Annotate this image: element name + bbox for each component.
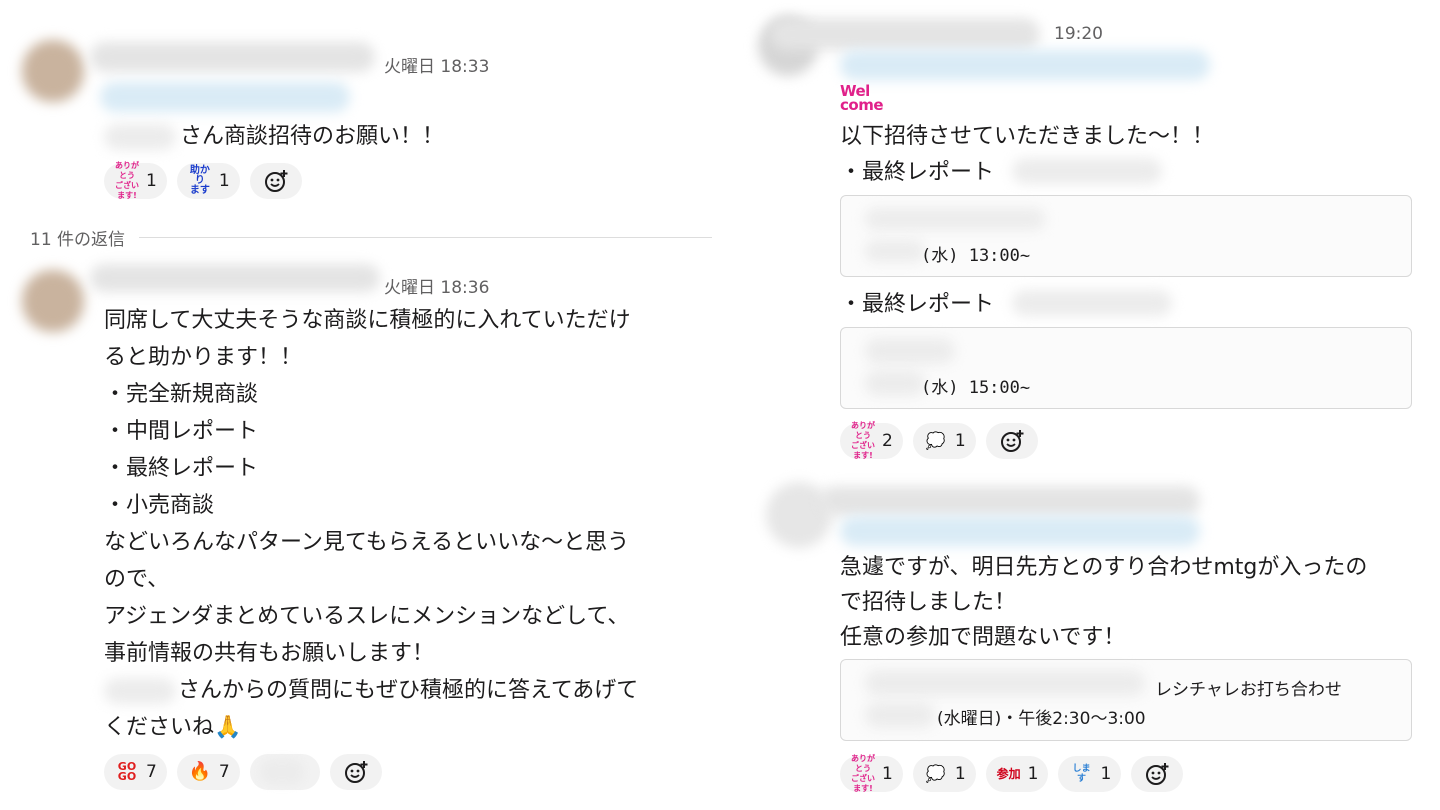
reaction-count: 7 <box>218 762 230 782</box>
reaction-arigatou[interactable]: ありがとう ございます! 2 <box>840 421 903 460</box>
reaction-count: 1 <box>954 764 966 784</box>
reaction-bar: ありがとう ございます! 1 助かり ます 1 <box>104 161 302 200</box>
reaction-count: 1 <box>146 171 157 191</box>
reaction-bar: ありがとう ございます! 1 💭 1 参加 1 します 1 <box>840 754 1184 793</box>
fire-emoji-icon: 🔥 <box>188 761 212 782</box>
sender-status-redacted <box>100 82 350 112</box>
sender-name-redacted[interactable] <box>90 42 375 72</box>
reaction-shimasu[interactable]: します 1 <box>1058 756 1122 792</box>
tasukarimasu-emoji-icon: 助かり ます <box>189 165 210 196</box>
message-line: アジェンダまとめているスレにメンションなどして、 <box>104 604 630 629</box>
sender-name-redacted[interactable] <box>90 264 380 292</box>
thread-right: 19:20 <box>740 0 1440 810</box>
mention-redacted[interactable] <box>104 678 176 704</box>
message-line: くださいね🙏 <box>104 715 242 740</box>
add-emoji-icon <box>264 170 288 192</box>
reaction-bar: ありがとう ございます! 2 💭 1 <box>840 421 1038 460</box>
reaction-arigatou[interactable]: ありがとう ございます! 1 <box>104 161 167 200</box>
sanka-emoji-icon: 参加 <box>996 767 1021 781</box>
shimasu-emoji-icon: します <box>1072 764 1091 784</box>
message-line: さんからの質問にもぜひ積極的に答えてあげて <box>178 678 639 703</box>
reaction-count: 1 <box>1027 764 1039 784</box>
message-line: などいろんなパターン見てもらえるといいな〜と思う <box>104 530 630 555</box>
thought-bubble-emoji-icon: 💭 <box>925 764 946 783</box>
message-text: さん商談招待のお願い！！ <box>180 124 445 149</box>
arigatou-emoji-icon: ありがとう ございます! <box>115 161 139 200</box>
message-line: ・中間レポート <box>104 419 259 444</box>
welcome-emoji-icon: Wel come <box>840 82 884 114</box>
message-line: ・小売商談 <box>104 493 215 518</box>
divider-line <box>139 236 712 238</box>
thread-left: 火曜日 18:33 さん商談招待のお願い！！ ありがとう ございます! 1 助かり… <box>0 0 720 810</box>
reaction-arigatou[interactable]: ありがとう ございます! 1 <box>840 754 903 793</box>
gogo-emoji-icon: GO GO <box>117 760 137 783</box>
reaction-count: 1 <box>1100 764 1112 784</box>
add-reaction-button[interactable] <box>329 754 382 790</box>
add-reaction-button[interactable] <box>985 423 1038 459</box>
add-emoji-icon <box>1146 763 1169 785</box>
reaction-bar: GO GO 7 🔥 7 <box>104 754 382 790</box>
message-line: ・最終レポート <box>104 456 259 481</box>
reaction-count: 1 <box>954 431 966 451</box>
arigatou-emoji-icon: ありがとう ございます! <box>851 754 875 793</box>
reaction-thought[interactable]: 💭 1 <box>912 423 976 459</box>
message-line: ると助かります！！ <box>104 345 303 370</box>
mention-redacted[interactable] <box>104 124 176 150</box>
reaction-redacted[interactable] <box>249 754 320 790</box>
add-reaction-button[interactable] <box>1131 756 1184 792</box>
reaction-count: 1 <box>882 764 893 784</box>
message-line: 事前情報の共有もお願いします！ <box>104 641 435 666</box>
thread-replies-divider: 11 件の返信 <box>30 224 712 250</box>
message-timestamp[interactable]: 19:20 <box>1054 24 1103 44</box>
reaction-count: 2 <box>882 431 893 451</box>
avatar[interactable] <box>22 40 84 102</box>
reaction-thought[interactable]: 💭 1 <box>912 756 976 792</box>
reaction-count: 7 <box>146 762 157 782</box>
reaction-tasukarimasu[interactable]: 助かり ます 1 <box>176 163 240 199</box>
sender-status-redacted <box>840 50 1210 80</box>
reaction-sanka[interactable]: 参加 1 <box>985 756 1049 792</box>
replies-count-label[interactable]: 11 件の返信 <box>30 225 125 250</box>
thought-bubble-emoji-icon: 💭 <box>925 431 946 450</box>
reaction-gogo[interactable]: GO GO 7 <box>104 754 167 790</box>
add-emoji-icon <box>1000 430 1024 452</box>
add-reaction-button[interactable] <box>249 163 302 199</box>
redacted-emoji <box>259 759 304 785</box>
message-timestamp[interactable]: 火曜日 18:33 <box>384 52 489 77</box>
reaction-fire[interactable]: 🔥 7 <box>176 754 240 790</box>
add-emoji-icon <box>344 761 368 783</box>
message-line: 同席して大丈夫そうな商談に積極的に入れていただけ <box>104 308 631 333</box>
message-timestamp[interactable]: 火曜日 18:36 <box>384 273 489 298</box>
sender-name-redacted[interactable] <box>770 18 1040 50</box>
avatar[interactable] <box>22 270 84 332</box>
arigatou-emoji-icon: ありがとう ございます! <box>851 421 875 460</box>
message-line: ・完全新規商談 <box>104 382 259 407</box>
reaction-count: 1 <box>218 171 230 191</box>
message-line: ので、 <box>104 567 170 592</box>
